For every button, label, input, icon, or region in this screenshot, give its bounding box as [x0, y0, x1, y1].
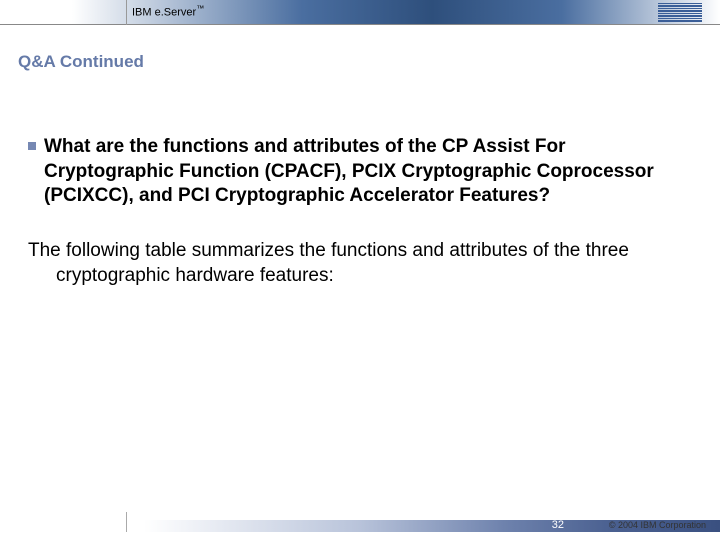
brand-text: IBM e.Server™	[132, 4, 204, 19]
paragraph-text: The following table summarizes the funct…	[56, 239, 686, 288]
bullet-text: What are the functions and attributes of…	[44, 135, 686, 209]
brand-tm: ™	[196, 4, 204, 13]
content-area: What are the functions and attributes of…	[28, 135, 686, 288]
header-vertical-rule	[126, 0, 127, 25]
copyright-text: © 2004 IBM Corporation	[609, 520, 706, 530]
brand-main: Server	[164, 7, 196, 19]
square-bullet-icon	[28, 142, 36, 150]
slide-title: Q&A Continued	[18, 52, 144, 72]
footer-bar: 32 © 2004 IBM Corporation	[0, 512, 720, 540]
footer-vertical-rule	[126, 512, 127, 532]
page-number: 32	[552, 519, 564, 531]
bullet-item: What are the functions and attributes of…	[28, 135, 686, 209]
header-bar: IBM e.Server™	[0, 0, 720, 32]
brand-prefix: IBM e.	[132, 7, 164, 19]
ibm-logo-icon	[658, 3, 702, 22]
header-underline	[0, 24, 720, 25]
header-gradient	[0, 0, 720, 24]
